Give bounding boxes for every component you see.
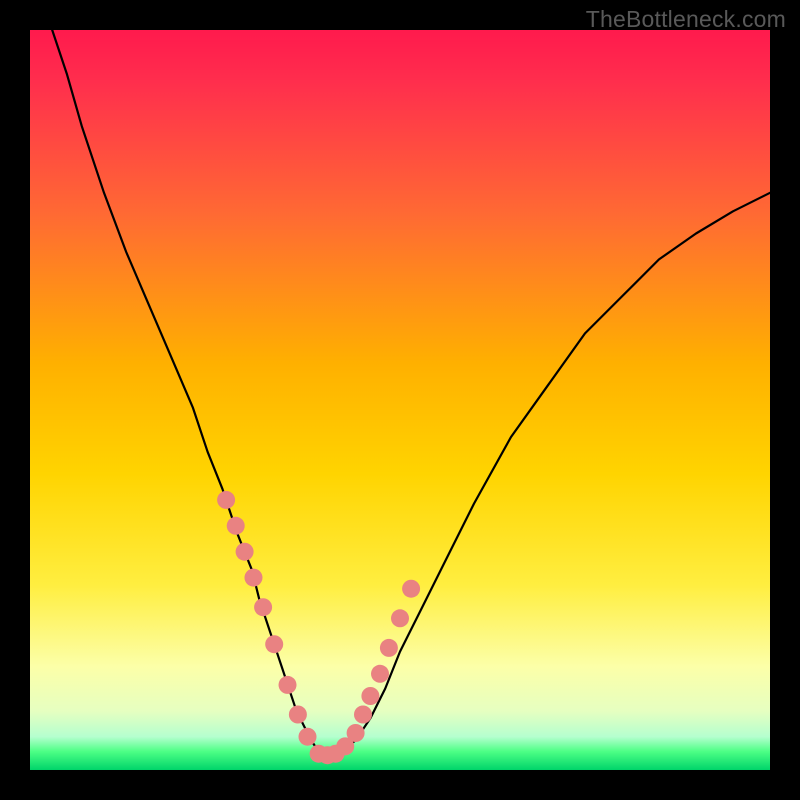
marker-dot [402, 580, 420, 598]
marker-dot [227, 517, 245, 535]
marker-dot [347, 724, 365, 742]
chart-svg [30, 30, 770, 770]
marker-dot [236, 543, 254, 561]
marker-dot [244, 569, 262, 587]
marker-dot [279, 676, 297, 694]
marker-dot [371, 665, 389, 683]
marker-dot [354, 706, 372, 724]
plot-area [30, 30, 770, 770]
marker-dot [380, 639, 398, 657]
marker-dot [299, 728, 317, 746]
marker-dot [254, 598, 272, 616]
gradient-background [30, 30, 770, 770]
marker-dot [265, 635, 283, 653]
marker-dot [217, 491, 235, 509]
marker-dot [361, 687, 379, 705]
chart-frame: TheBottleneck.com [0, 0, 800, 800]
marker-dot [289, 706, 307, 724]
watermark-text: TheBottleneck.com [586, 6, 786, 33]
marker-dot [391, 609, 409, 627]
